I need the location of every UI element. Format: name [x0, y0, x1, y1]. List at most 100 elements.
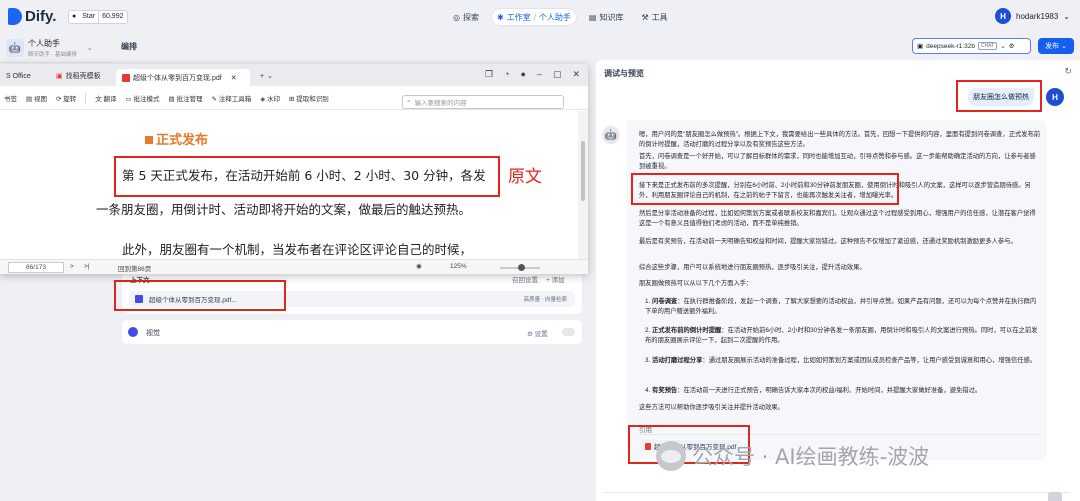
tab-pdf[interactable]: 超级个体从零到百万变现.pdf ✕ [116, 69, 250, 86]
vision-settings-button[interactable]: ⚙ 设置 [527, 328, 548, 338]
nav-knowledge[interactable]: ▤ 知识库 [584, 9, 629, 25]
tab-pdf-label: 超级个体从零到百万变现.pdf [133, 74, 222, 82]
toolbar-view[interactable]: ▤ 视图 [26, 93, 47, 103]
page-title: 编排 [121, 42, 137, 51]
last-page-icon[interactable]: > [70, 263, 74, 270]
chat-input[interactable] [604, 492, 1070, 501]
list-number: 1. [645, 298, 651, 305]
nav-studio-label: 工作室 [506, 12, 531, 22]
toolbar-view-label: 视图 [33, 95, 47, 103]
page-number-input[interactable]: 86/173 [8, 262, 64, 273]
toolbar-bookmark[interactable]: 书签 [4, 93, 17, 103]
tab-template[interactable]: ▣ 找稻壳模板 [50, 68, 107, 84]
nav-tools[interactable]: ⚒ 工具 [636, 9, 672, 25]
toolbar-watermark[interactable]: ◈ 水印 [260, 93, 280, 103]
toolbar-watermark-label: 水印 [267, 95, 281, 103]
toolbar-annotate-tools[interactable]: ✎ 注释工具箱 [211, 93, 251, 103]
list-item-title: 正式发布前的倒计时提醒 [652, 327, 722, 334]
vision-toggle[interactable] [562, 328, 575, 336]
zoom-slider[interactable] [500, 264, 540, 271]
tab-template-label: 找稻壳模板 [65, 73, 101, 80]
pdf-search-input[interactable]: ⌕ 输入要搜索的内容 [402, 95, 564, 109]
compass-icon: ◎ [453, 12, 460, 22]
model-icon: ▣ [917, 43, 924, 50]
new-tab-button[interactable]: + ⌄ [254, 68, 279, 84]
pdf-text-line: 此外，朋友圈有一个机制，当发布者在评论区评论自己的时候， [122, 242, 473, 257]
refresh-icon[interactable]: ↻ [1064, 66, 1072, 77]
scroll-thumb[interactable] [581, 141, 585, 201]
tab-office-label: S Office [6, 72, 31, 80]
eye-icon [128, 327, 138, 337]
list-item-title: 活动打磨过程分享 [652, 357, 703, 364]
answer-list-item: 4. 有奖预告：在活动前一天进行正式预告，明确告诉大家本次的权益/福利、开始时间… [645, 386, 1041, 396]
add-context-button[interactable]: + 添加 [546, 274, 565, 284]
eye-icon[interactable]: ◉ [416, 262, 422, 270]
settings-icon[interactable]: ⚙ [1009, 42, 1015, 50]
divider [0, 62, 112, 63]
wechat-icon [656, 441, 686, 471]
annotation-box [956, 80, 1042, 112]
recall-settings-button[interactable]: 召回设置 [512, 274, 538, 284]
answer-list-item: 3. 活动打磨过程分享：通过朋友圈展示活动的准备过程，比如如何策划方案或团队成员… [645, 356, 1041, 366]
chevron-down-icon: ⌄ [1000, 43, 1006, 50]
pdf-icon [122, 73, 130, 82]
close-icon[interactable]: ✕ [572, 69, 580, 80]
restore-icon[interactable]: ❐ [485, 69, 493, 80]
back-to-page-button[interactable]: 回到第86页 [118, 263, 151, 273]
close-icon[interactable]: ✕ [231, 74, 237, 82]
toolbar-rotate[interactable]: ⟳ 旋转 [56, 93, 76, 103]
model-selector[interactable]: ▣ deepseek-r1:32b CHAT ⌄ ⚙ [912, 38, 1031, 54]
section-heading: 正式发布 [145, 129, 208, 148]
chevron-down-icon: ⌄ [267, 73, 273, 80]
answer-list-item: 1. 问卷调查：在执行群推备阶段，发起一个调查，了解大家想要的活动权益，并引导点… [645, 297, 1041, 317]
pdf-scrollbar[interactable] [578, 111, 588, 259]
toolbar-annotate-tools-label: 注释工具箱 [218, 95, 252, 103]
toolbar-extract[interactable]: ⊞ 提取和识别 [289, 93, 329, 103]
answer-paragraph: 最后是有奖预告，在活动前一天明确告知权益和时间，提醒大家别错过。这种预告不仅增加… [639, 238, 1017, 245]
app-type: 聊天助手 · 基础编排 [28, 52, 77, 58]
vision-label: 视觉 [146, 330, 160, 337]
app-name: 个人助手 [28, 39, 60, 48]
nav-app-label[interactable]: 个人助手 [539, 12, 571, 23]
toolbar-annotate-mode[interactable]: ▭ 批注模式 [126, 93, 160, 103]
bell-icon[interactable]: ◔ [504, 69, 509, 80]
chevron-down-icon: ⌄ [1063, 11, 1070, 21]
github-star-badge[interactable]: ● Star 60,992 [68, 10, 128, 24]
zoom-slider-handle[interactable] [518, 264, 525, 271]
publish-button[interactable]: 发布 ⌄ [1038, 38, 1074, 54]
nav-explore[interactable]: ◎ 探索 [448, 9, 484, 25]
toolbar-translate[interactable]: 文 翻译 [95, 93, 116, 103]
annotation-box [631, 173, 899, 205]
main-nav: ◎ 探索 ✱ 工作室 / 个人助手 ▤ 知识库 ⚒ 工具 [448, 9, 673, 25]
maximize-icon[interactable]: ▢ [553, 69, 562, 80]
avatar[interactable]: ● [520, 69, 525, 80]
app-switcher[interactable]: 🤖 个人助手 聊天助手 · 基础编排 ⌄ [6, 38, 93, 58]
chevron-down-icon: ⌄ [86, 45, 93, 52]
list-item-text: ：通过朋友圈展示活动的准备过程，比如如何策划方案或团队成员检查产品等，让用户感受… [702, 357, 1037, 364]
pdf-viewer-window: S Office ▣ 找稻壳模板 超级个体从零到百万变现.pdf ✕ + ⌄ ❐ ◔… [0, 64, 588, 274]
end-page-icon[interactable]: >| [84, 263, 89, 270]
nav-tools-label: 工具 [651, 12, 668, 22]
user-menu[interactable]: H hodark1983 ⌄ [995, 8, 1070, 24]
answer-paragraph: 嗯，用户问的是"朋友圈怎么做预热"。根据上下文，我需要给出一些具体的方法。首先，… [639, 131, 1041, 148]
toolbar-annotate-manage[interactable]: ▤ 批注管理 [168, 93, 202, 103]
nav-studio[interactable]: ✱ 工作室 / 个人助手 [491, 9, 576, 25]
pdf-search-placeholder: 输入要搜索的内容 [414, 100, 467, 107]
dify-logo-icon [8, 8, 22, 25]
github-icon: ● [72, 13, 77, 20]
tab-office[interactable]: S Office [0, 68, 37, 84]
toolbar-annotate-mode-label: 批注模式 [133, 95, 160, 103]
minimize-icon[interactable]: – [537, 69, 542, 80]
vision-card [122, 320, 582, 344]
dify-logo[interactable]: Dify. [8, 8, 56, 25]
nav-separator: / [533, 12, 536, 22]
pdf-text-line: 一条朋友圈，用倒计时、活动即将开始的文案，做最后的触达预热。 [96, 202, 472, 217]
model-mode-badge: CHAT [977, 42, 998, 50]
avatar: H [995, 8, 1012, 24]
window-controls: ❐ ◔ ● – ▢ ✕ [485, 69, 580, 80]
send-button[interactable] [1048, 492, 1062, 501]
list-number: 4. [645, 387, 651, 394]
zoom-level[interactable]: 125% [450, 263, 467, 270]
toolbar-translate-label: 翻译 [103, 95, 117, 103]
list-item-text: ：在执行群推备阶段，发起一个调查，了解大家想要的活动权益，并引导点赞。如果产品有… [645, 298, 1037, 315]
